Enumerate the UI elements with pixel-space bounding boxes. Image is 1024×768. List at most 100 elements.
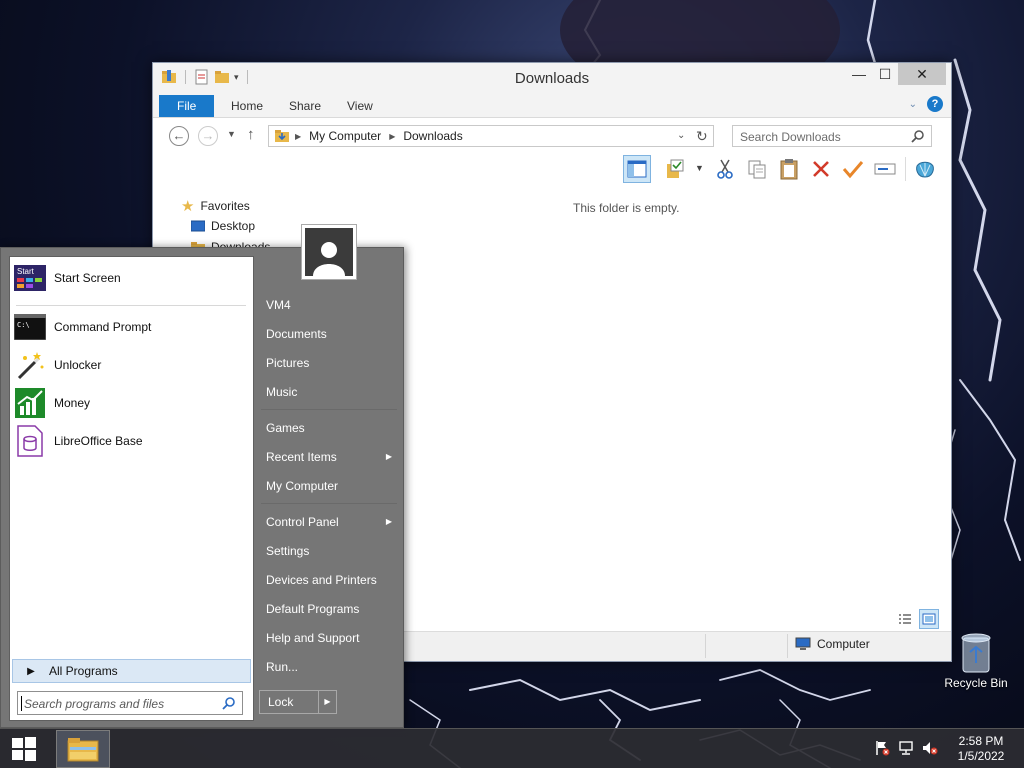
details-view-button[interactable] xyxy=(895,609,915,629)
pinned-label: Start Screen xyxy=(54,271,121,285)
breadcrumb-my-computer[interactable]: My Computer xyxy=(309,129,381,143)
star-icon: ★ xyxy=(181,198,195,215)
copy-button[interactable] xyxy=(743,155,771,183)
computer-icon xyxy=(795,637,811,650)
start-link-settings[interactable]: Settings xyxy=(258,538,398,564)
network-icon[interactable] xyxy=(898,740,914,756)
close-button[interactable]: ✕ xyxy=(898,63,946,85)
recycle-bin-icon xyxy=(961,633,991,673)
nav-favorites[interactable]: ★ Favorites xyxy=(181,197,250,215)
power-options-arrow-icon[interactable]: ▶ xyxy=(318,691,336,713)
start-link-documents[interactable]: Documents xyxy=(258,321,398,347)
pinned-label: Unlocker xyxy=(54,358,102,372)
clock-date: 1/5/2022 xyxy=(957,749,1005,763)
start-button[interactable] xyxy=(6,735,42,763)
pinned-unlocker[interactable]: Unlocker xyxy=(14,348,250,382)
large-icons-view-icon xyxy=(922,613,936,625)
empty-folder-message: This folder is empty. xyxy=(573,201,680,215)
pinned-divider xyxy=(16,305,246,306)
title-bar[interactable]: ▾ Downloads — ☐ ✕ xyxy=(153,63,951,93)
start-menu: Start Start Screen C:\ Command Prompt Un… xyxy=(0,224,404,728)
start-link-run[interactable]: Run... xyxy=(258,654,398,680)
checkmark-icon xyxy=(842,161,864,179)
start-link-default-programs[interactable]: Default Programs xyxy=(258,596,398,622)
paste-button[interactable] xyxy=(775,155,803,183)
svg-text:Start: Start xyxy=(17,267,35,276)
refresh-icon[interactable]: ↻ xyxy=(696,128,708,145)
all-programs-button[interactable]: ▶ All Programs xyxy=(12,659,251,683)
preview-pane-button[interactable] xyxy=(623,155,651,183)
pinned-command-prompt[interactable]: C:\ Command Prompt xyxy=(14,310,250,344)
user-silhouette-icon xyxy=(313,242,345,276)
recycle-bin-label: Recycle Bin xyxy=(944,676,1008,690)
start-link-user[interactable]: VM4 xyxy=(258,292,398,318)
windows-logo-icon xyxy=(12,737,36,761)
system-tray xyxy=(874,740,938,756)
recent-locations-icon[interactable]: ▼ xyxy=(227,129,236,139)
all-programs-arrow-icon: ▶ xyxy=(27,665,35,677)
clock-time: 2:58 PM xyxy=(958,734,1004,748)
start-search-input[interactable]: Search programs and files xyxy=(17,691,243,715)
pinned-label: LibreOffice Base xyxy=(54,434,143,448)
tab-share[interactable]: Share xyxy=(275,95,335,117)
pinned-label: Command Prompt xyxy=(54,320,152,334)
view-toggles xyxy=(895,609,939,629)
maximize-button[interactable]: ☐ xyxy=(872,63,898,85)
start-link-pictures[interactable]: Pictures xyxy=(258,350,398,376)
expand-ribbon-icon[interactable]: ⌄ xyxy=(909,99,917,110)
back-button[interactable]: ← xyxy=(169,126,189,146)
select-folder-button[interactable] xyxy=(661,155,689,183)
tab-view[interactable]: View xyxy=(333,95,387,117)
nav-desktop[interactable]: Desktop xyxy=(191,219,255,233)
start-link-my-computer[interactable]: My Computer xyxy=(258,473,398,499)
start-link-recent-items[interactable]: Recent Items ▶ xyxy=(258,444,398,470)
pinned-money[interactable]: Money xyxy=(14,386,250,420)
address-dropdown-icon[interactable]: ⌄ xyxy=(677,130,685,141)
taskbar-file-explorer[interactable] xyxy=(56,730,110,768)
help-icon[interactable]: ? xyxy=(927,96,943,112)
magic-wand-icon xyxy=(14,349,46,381)
clipboard-icon xyxy=(780,159,798,180)
pinned-label: Money xyxy=(54,396,91,410)
cut-button[interactable] xyxy=(711,155,739,183)
money-chart-icon xyxy=(14,387,46,419)
pinned-start-screen[interactable]: Start Start Screen xyxy=(14,261,250,295)
database-icon xyxy=(14,425,46,457)
address-bar[interactable]: ▶ My Computer ▶ Downloads ⌄ ↻ xyxy=(268,125,714,147)
rename-icon xyxy=(874,163,896,175)
volume-muted-icon[interactable] xyxy=(922,740,938,756)
pinned-libreoffice-base[interactable]: LibreOffice Base xyxy=(14,424,250,458)
minimize-button[interactable]: — xyxy=(846,63,872,85)
tab-file[interactable]: File xyxy=(159,95,215,117)
shell-button[interactable] xyxy=(911,155,939,183)
submenu-arrow-icon: ▶ xyxy=(385,517,392,526)
rename-button[interactable] xyxy=(871,155,899,183)
start-link-games[interactable]: Games xyxy=(258,415,398,441)
organize-dropdown-icon[interactable]: ▼ xyxy=(695,163,704,173)
tab-home[interactable]: Home xyxy=(217,95,277,117)
search-box[interactable]: Search Downloads xyxy=(732,125,932,147)
ribbon-tabs: File Home Share View ⌄ ? xyxy=(153,93,951,117)
breadcrumb: ▶ My Computer ▶ Downloads xyxy=(295,129,463,143)
start-link-help-support[interactable]: Help and Support xyxy=(258,625,398,651)
clock[interactable]: 2:58 PM 1/5/2022 xyxy=(950,734,1012,764)
start-link-control-panel[interactable]: Control Panel ▶ xyxy=(258,509,398,535)
start-link-music[interactable]: Music xyxy=(258,379,398,405)
lock-button-group: Lock ▶ xyxy=(259,690,337,714)
search-icon[interactable] xyxy=(222,696,236,710)
delete-button[interactable] xyxy=(807,155,835,183)
action-center-flag-icon[interactable] xyxy=(874,740,890,756)
forward-button[interactable]: → xyxy=(198,126,218,146)
lock-button[interactable]: Lock xyxy=(260,691,318,713)
user-avatar[interactable] xyxy=(301,224,357,280)
breadcrumb-downloads[interactable]: Downloads xyxy=(403,129,462,143)
search-icon[interactable] xyxy=(911,129,925,143)
address-row: ← → ▼ ↑ ▶ My Computer ▶ Downloads ⌄ ↻ Se… xyxy=(153,117,951,153)
check-button[interactable] xyxy=(839,155,867,183)
start-link-devices-printers[interactable]: Devices and Printers xyxy=(258,567,398,593)
start-search-placeholder: Search programs and files xyxy=(24,697,165,711)
start-screen-icon: Start xyxy=(14,262,46,294)
up-button[interactable]: ↑ xyxy=(247,126,255,143)
scissors-icon xyxy=(717,159,733,179)
large-icons-view-button[interactable] xyxy=(919,609,939,629)
